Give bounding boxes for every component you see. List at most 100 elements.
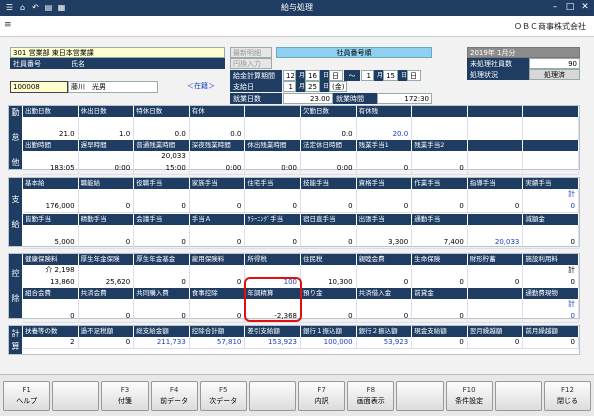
value-cell[interactable]: 20,033 15:00 [134,151,190,175]
value-cell[interactable] [467,299,524,323]
status-link[interactable]: ＜在籍＞ [185,81,225,93]
value-cell[interactable]: 0 [523,225,579,249]
value-cell[interactable]: 計 0 [523,189,579,213]
value-cell[interactable]: 0 [412,337,468,349]
value-cell[interactable]: 計 0 [523,299,579,323]
value-cell[interactable]: 2 [23,337,79,349]
value-cell[interactable]: 0.0 [300,117,357,141]
value-cell[interactable]: 0 [134,299,190,323]
value-cell[interactable]: 0 [78,189,135,213]
emp-no-input[interactable]: 100008 [10,81,68,93]
value-cell[interactable] [412,117,468,141]
value-cell[interactable]: 176,000 [23,189,79,213]
value-cell[interactable]: 計 0 [523,265,579,289]
fkey-button[interactable]: F4 前データ [150,381,198,411]
input-button[interactable]: 円換入力 [230,58,272,69]
value-cell[interactable]: 0 [467,189,524,213]
col-header: 共済会費 [78,288,135,299]
value-cell[interactable]: 21.0 [23,117,79,141]
value-cell[interactable]: 100,000 [300,337,357,349]
value-cell[interactable]: 0 [78,225,135,249]
value-cell[interactable]: 20,033 [467,225,524,249]
value-cell[interactable]: 0 [356,299,413,323]
fkey-button[interactable]: F1 ヘルプ [3,381,51,411]
value-cell[interactable]: 0 [412,265,468,289]
col-header: 職能給 [78,178,135,189]
hamburger-icon[interactable]: ≡ [4,20,12,30]
col-header: 共同購入費 [134,288,190,299]
col-header: 実績手当 [523,178,579,189]
col-header: 休出日数 [78,106,135,117]
sort-order[interactable]: 社員番号順 [276,47,432,58]
value-cell[interactable] [523,151,579,175]
value-cell[interactable]: 0.0 [189,117,246,141]
value-cell[interactable]: 0 [245,225,301,249]
value-cell[interactable]: 0:00 [300,151,357,175]
fkey-button[interactable]: F5 次データ [199,381,247,411]
minimize-icon[interactable]: – [548,1,562,14]
value-cell[interactable]: 0 [189,299,246,323]
value-cell[interactable]: 0 [189,265,246,289]
value-cell[interactable]: 183:05 [23,151,79,175]
value-cell[interactable]: 10,300 [300,265,357,289]
value-cell[interactable]: 1.0 [78,117,135,141]
value-cell[interactable]: 0:00 [78,151,135,175]
value-cell[interactable]: 5,000 [23,225,79,249]
value-cell[interactable]: 0 [467,337,524,349]
value-cell[interactable]: 0 [467,265,524,289]
value-cell[interactable]: 25,620 [78,265,135,289]
fkey-button[interactable]: F7 内訳 [298,381,346,411]
value-cell[interactable]: 7,400 [412,225,468,249]
value-cell[interactable]: 0 [134,265,190,289]
value-cell[interactable]: 0 [300,299,357,323]
value-cell[interactable]: 57,810 [189,337,246,349]
value-cell[interactable]: 153,923 [245,337,301,349]
col-header: 雇用保険料 [189,254,246,265]
value-cell[interactable] [467,117,524,141]
value-cell[interactable]: 0 [356,265,413,289]
value-cell[interactable] [523,117,579,141]
value-cell[interactable]: 0 [189,189,246,213]
value-cell[interactable] [245,117,301,141]
value-cell[interactable]: 0.0 [134,117,190,141]
value-cell[interactable]: 0 [412,151,468,175]
fkey-button[interactable]: F8 画面表示 [347,381,395,411]
value-cell[interactable]: 0 [78,337,135,349]
fkey-button[interactable] [248,381,297,411]
value-cell[interactable]: 0 [300,225,357,249]
value-cell[interactable]: 0 [189,225,246,249]
col-header [412,106,468,117]
value-cell[interactable]: 0:00 [189,151,246,175]
value-cell[interactable]: 53,923 [356,337,413,349]
maximize-icon[interactable]: □ [563,1,577,14]
value-cell[interactable]: 0 [356,151,413,175]
value-cell[interactable] [467,151,524,175]
col-header [467,106,524,117]
col-header: 財形貯蓄 [467,254,524,265]
pay-day-mark: 日 [320,81,329,92]
fkey-button[interactable]: F3 付箋 [101,381,149,411]
value-cell[interactable]: 0:00 [245,151,301,175]
value-cell[interactable]: 20.0 [356,117,413,141]
meisai-button[interactable]: 最新明細 [230,47,272,58]
value-cell[interactable]: 0 [356,189,413,213]
value-cell[interactable]: 0 [23,299,79,323]
value-cell[interactable]: 0 [412,189,468,213]
fkey-button[interactable] [52,381,100,411]
value-cell[interactable]: 介 2,198 13,860 [23,265,79,289]
close-icon[interactable]: ✕ [578,1,592,14]
value-cell[interactable]: 0 [245,189,301,213]
fkey-button[interactable]: F12 閉じる [543,381,592,411]
value-cell[interactable]: 0 [412,299,468,323]
fkey-button[interactable] [494,381,542,411]
value-cell[interactable]: 3,300 [356,225,413,249]
value-cell[interactable]: 0 [134,225,190,249]
value-cell[interactable]: 0 [78,299,135,323]
value-cell[interactable]: 0 [134,189,190,213]
value-cell[interactable]: 0 [300,189,357,213]
value-cell[interactable]: 0 [523,337,579,349]
fkey-button[interactable] [396,381,444,411]
fkey-button[interactable]: F10 条件設定 [445,381,493,411]
col-header: 差引支給額 [245,326,301,337]
value-cell[interactable]: 211,733 [134,337,190,349]
